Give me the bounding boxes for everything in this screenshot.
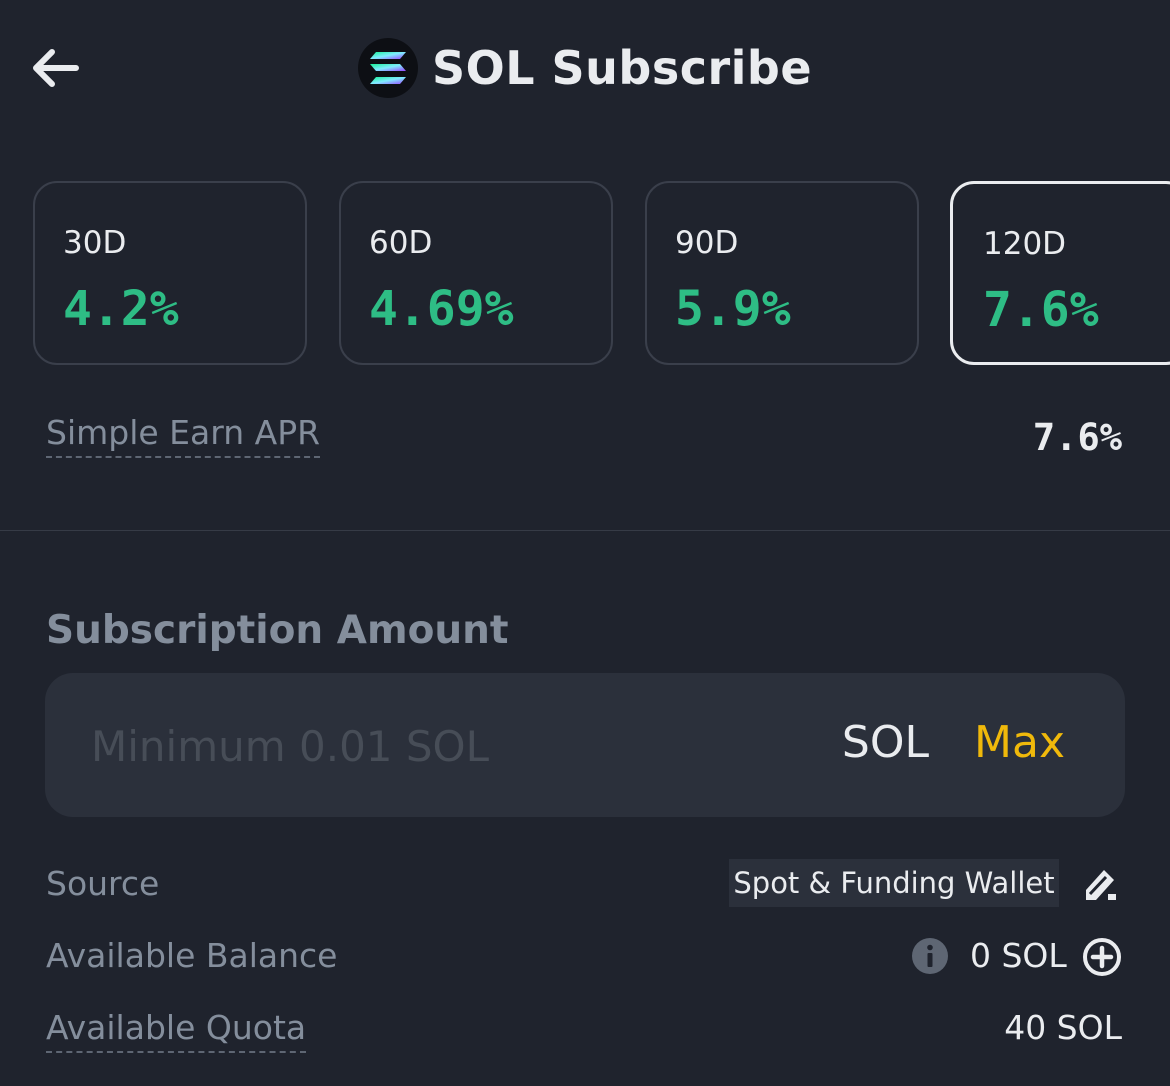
solana-logo-icon bbox=[357, 38, 418, 98]
info-icon[interactable] bbox=[911, 937, 949, 975]
page-header: SOL Subscribe bbox=[0, 36, 1170, 100]
quota-value: 40 SOL bbox=[1004, 1008, 1122, 1047]
amount-input-box[interactable]: SOL Max bbox=[45, 673, 1125, 817]
term-days: 60D bbox=[369, 225, 433, 261]
term-days: 30D bbox=[63, 225, 127, 261]
quota-label[interactable]: Available Quota bbox=[46, 1008, 307, 1053]
term-rate: 4.2% bbox=[63, 281, 179, 337]
apr-label[interactable]: Simple Earn APR bbox=[46, 413, 321, 458]
term-rate: 7.6% bbox=[983, 282, 1099, 338]
max-button[interactable]: Max bbox=[974, 717, 1065, 768]
source-label: Source bbox=[46, 864, 160, 903]
amount-input[interactable] bbox=[89, 715, 733, 777]
source-wallet-chip[interactable]: Spot & Funding Wallet bbox=[729, 859, 1059, 907]
term-days: 120D bbox=[983, 226, 1067, 262]
term-card-90d[interactable]: 90D 5.9% bbox=[645, 181, 919, 365]
apr-value: 7.6% bbox=[1032, 416, 1122, 459]
term-days: 90D bbox=[675, 225, 739, 261]
term-card-120d[interactable]: 120D 7.6% bbox=[950, 181, 1170, 365]
page-title: SOL Subscribe bbox=[431, 41, 813, 95]
amount-unit: SOL bbox=[841, 717, 929, 768]
term-card-60d[interactable]: 60D 4.69% bbox=[339, 181, 613, 365]
balance-value: 0 SOL bbox=[970, 936, 1067, 975]
term-card-30d[interactable]: 30D 4.2% bbox=[33, 181, 307, 365]
plus-circle-icon[interactable] bbox=[1082, 937, 1122, 977]
edit-icon[interactable] bbox=[1082, 866, 1120, 902]
source-wallet-value: Spot & Funding Wallet bbox=[733, 866, 1055, 900]
balance-label: Available Balance bbox=[46, 936, 338, 975]
subscription-amount-title: Subscription Amount bbox=[46, 608, 509, 653]
term-rate: 4.69% bbox=[369, 281, 514, 337]
divider bbox=[0, 530, 1170, 531]
term-rate: 5.9% bbox=[675, 281, 791, 337]
